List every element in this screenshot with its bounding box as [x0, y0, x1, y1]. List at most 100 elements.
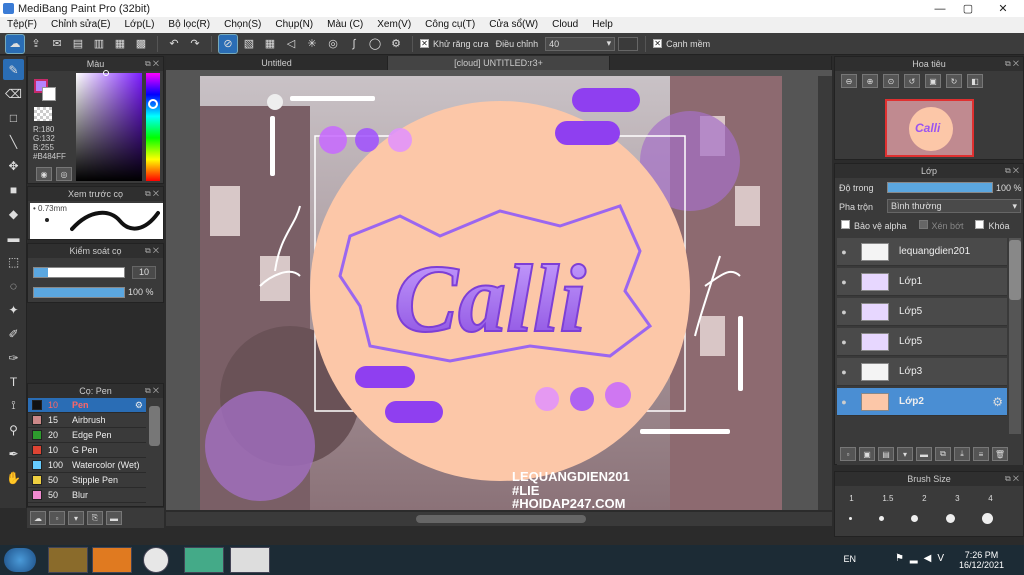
duplicate-layer-icon[interactable]: ⧉ — [935, 447, 951, 461]
menu-color[interactable]: Màu (C) — [320, 17, 370, 33]
document-icon[interactable]: ▤ — [69, 35, 87, 53]
snap-radial-icon[interactable]: ✳ — [303, 35, 321, 53]
snap-curve-icon[interactable]: ∫ — [345, 35, 363, 53]
tab-untitled[interactable]: Untitled — [166, 56, 388, 71]
select-pen-icon[interactable]: ✐ — [3, 323, 24, 344]
comment-icon[interactable]: ✉ — [48, 35, 66, 53]
undo-icon[interactable]: ↶ — [165, 35, 183, 53]
visibility-icon[interactable]: ● — [837, 337, 851, 347]
visibility-icon[interactable]: ● — [837, 367, 851, 377]
snap-circle-icon[interactable]: ◎ — [324, 35, 342, 53]
language-indicator[interactable]: EN — [843, 554, 856, 564]
grid-icon[interactable]: ▩ — [132, 35, 150, 53]
panel-options-icon[interactable]: ⧉ ✕ — [145, 57, 159, 71]
brush-size-dot[interactable] — [945, 514, 955, 523]
close-button[interactable]: ✕ — [982, 0, 1024, 17]
media-player-icon[interactable] — [92, 547, 132, 573]
visibility-icon[interactable]: ● — [837, 247, 851, 257]
brush-item-blur[interactable]: 50 Blur — [28, 488, 146, 503]
protect-alpha-checkbox[interactable] — [841, 220, 850, 229]
lock-checkbox[interactable] — [975, 220, 985, 229]
select-eraser-icon[interactable]: ✑ — [3, 347, 24, 368]
new-1bit-layer-icon[interactable]: ▤ — [878, 447, 894, 461]
add-layer-menu-icon[interactable]: ▾ — [897, 447, 913, 461]
line-tool-icon[interactable]: ╲ — [3, 131, 24, 152]
canvas-vertical-scrollbar[interactable] — [818, 76, 832, 510]
saturation-value-picker[interactable] — [76, 70, 142, 181]
tab-cloud-untitled[interactable]: [cloud] UNTITLED:r3+ — [388, 56, 610, 71]
panel-options-icon[interactable]: ⧉ ✕ — [1005, 164, 1019, 178]
clock[interactable]: 7:26 PM 16/12/2021 — [959, 550, 1004, 570]
pen-tool-icon[interactable]: ✒ — [3, 443, 24, 464]
zoom-out-icon[interactable]: ⊖ — [841, 74, 857, 88]
redo-icon[interactable]: ↷ — [186, 35, 204, 53]
new-halftone-layer-icon[interactable]: ▣ — [859, 447, 875, 461]
eraser-tool-icon[interactable]: ⌫ — [3, 83, 24, 104]
eyedropper-tool-icon[interactable]: ⚲ — [3, 419, 24, 440]
layer-row[interactable]: ● Lớp3 — [837, 358, 1007, 386]
brush-item-stipple-pen[interactable]: 50 Stipple Pen — [28, 473, 146, 488]
app-tray-icon[interactable]: V — [937, 553, 944, 564]
maximize-button[interactable]: ▢ — [954, 0, 982, 17]
brush-item-pen[interactable]: 10 Pen ⚙ — [28, 398, 146, 413]
visibility-icon[interactable]: ● — [837, 277, 851, 287]
panel-options-icon[interactable]: ⧉ ✕ — [1005, 57, 1019, 71]
protect-alpha-option[interactable]: Bảo vệ alpha — [841, 220, 907, 231]
brush-item-watercolor[interactable]: 100 Watercolor (Wet) — [28, 458, 146, 473]
brush-tool-icon[interactable]: ✎ — [3, 59, 24, 80]
brush-copy-icon[interactable]: ⎘ — [87, 511, 103, 525]
brush-opacity-slider[interactable] — [33, 287, 125, 298]
brush-size-3[interactable]: 3 — [955, 494, 959, 503]
gradient-tool-icon[interactable]: ▬ — [3, 227, 24, 248]
rect-tool-icon[interactable]: □ — [3, 107, 24, 128]
brush-size-dot[interactable] — [848, 517, 852, 520]
cloud-icon[interactable]: ☁ — [5, 33, 25, 54]
menu-window[interactable]: Cửa sổ(W) — [482, 17, 545, 33]
zoom-fit-icon[interactable]: ⊙ — [883, 74, 899, 88]
hue-slider[interactable] — [146, 73, 160, 181]
layer-row-selected[interactable]: ● Lớp2 ⚙ — [837, 388, 1007, 416]
move-tool-icon[interactable]: ✥ — [3, 155, 24, 176]
network-icon[interactable]: ▂ — [910, 553, 918, 564]
brush-size-slider[interactable] — [33, 267, 125, 278]
canvas-horizontal-scrollbar[interactable] — [166, 512, 832, 526]
folder-icon[interactable]: ▬ — [106, 511, 122, 525]
brush-size-dot[interactable] — [982, 513, 994, 524]
chrome-icon[interactable] — [143, 547, 169, 573]
flip-icon[interactable]: ◧ — [967, 74, 983, 88]
layer-row[interactable]: ● Lớp5 — [837, 298, 1007, 326]
minimize-button[interactable]: — — [926, 0, 954, 17]
gear-icon[interactable]: ⚙ — [992, 395, 1003, 409]
volume-icon[interactable]: ◀ — [924, 553, 932, 564]
trash-icon[interactable]: 🗑 — [992, 447, 1008, 461]
menu-layer[interactable]: Lớp(L) — [118, 17, 162, 33]
magic-wand-icon[interactable]: ✦ — [3, 299, 24, 320]
visibility-icon[interactable]: ● — [837, 307, 851, 317]
brush-size-2[interactable]: 2 — [922, 494, 926, 503]
bucket-tool-icon[interactable]: ◆ — [3, 203, 24, 224]
folder-icon[interactable]: ▬ — [916, 447, 932, 461]
scroll-thumb[interactable] — [416, 515, 586, 523]
sharpen-option[interactable]: ✕ Cạnh mềm — [653, 39, 710, 49]
clip-option[interactable]: Xén bớt — [918, 220, 963, 231]
menu-edit[interactable]: Chỉnh sửa(E) — [44, 17, 118, 33]
brush-item-airbrush[interactable]: 15 Airbrush — [28, 413, 146, 428]
brush-size-value[interactable]: 10 — [132, 266, 156, 279]
zoom-in-icon[interactable]: ⊕ — [862, 74, 878, 88]
new-brush-icon[interactable]: ▫ — [49, 511, 65, 525]
brush-item-edge-pen[interactable]: 20 Edge Pen — [28, 428, 146, 443]
snap-off-icon[interactable]: ⊘ — [218, 33, 238, 54]
gear-icon[interactable]: ⚙ — [135, 400, 146, 411]
share-icon[interactable]: ⇪ — [27, 35, 45, 53]
layer-row[interactable]: ● lequangdien201 — [837, 238, 1007, 266]
palette-list-icon[interactable]: ◎ — [56, 167, 72, 181]
brush-item-g-pen[interactable]: 10 G Pen — [28, 443, 146, 458]
color-picker-handle[interactable] — [103, 70, 109, 76]
rotate-right-icon[interactable]: ↻ — [946, 74, 962, 88]
lock-option[interactable]: Khóa — [975, 220, 1010, 231]
visibility-icon[interactable]: ● — [837, 397, 851, 407]
correction-select[interactable]: 40 ▾ — [545, 36, 616, 51]
brush-size-dot[interactable] — [879, 516, 885, 521]
panel-options-icon[interactable]: ⧉ ✕ — [1005, 472, 1019, 486]
select-rect-icon[interactable]: ⬚ — [3, 251, 24, 272]
